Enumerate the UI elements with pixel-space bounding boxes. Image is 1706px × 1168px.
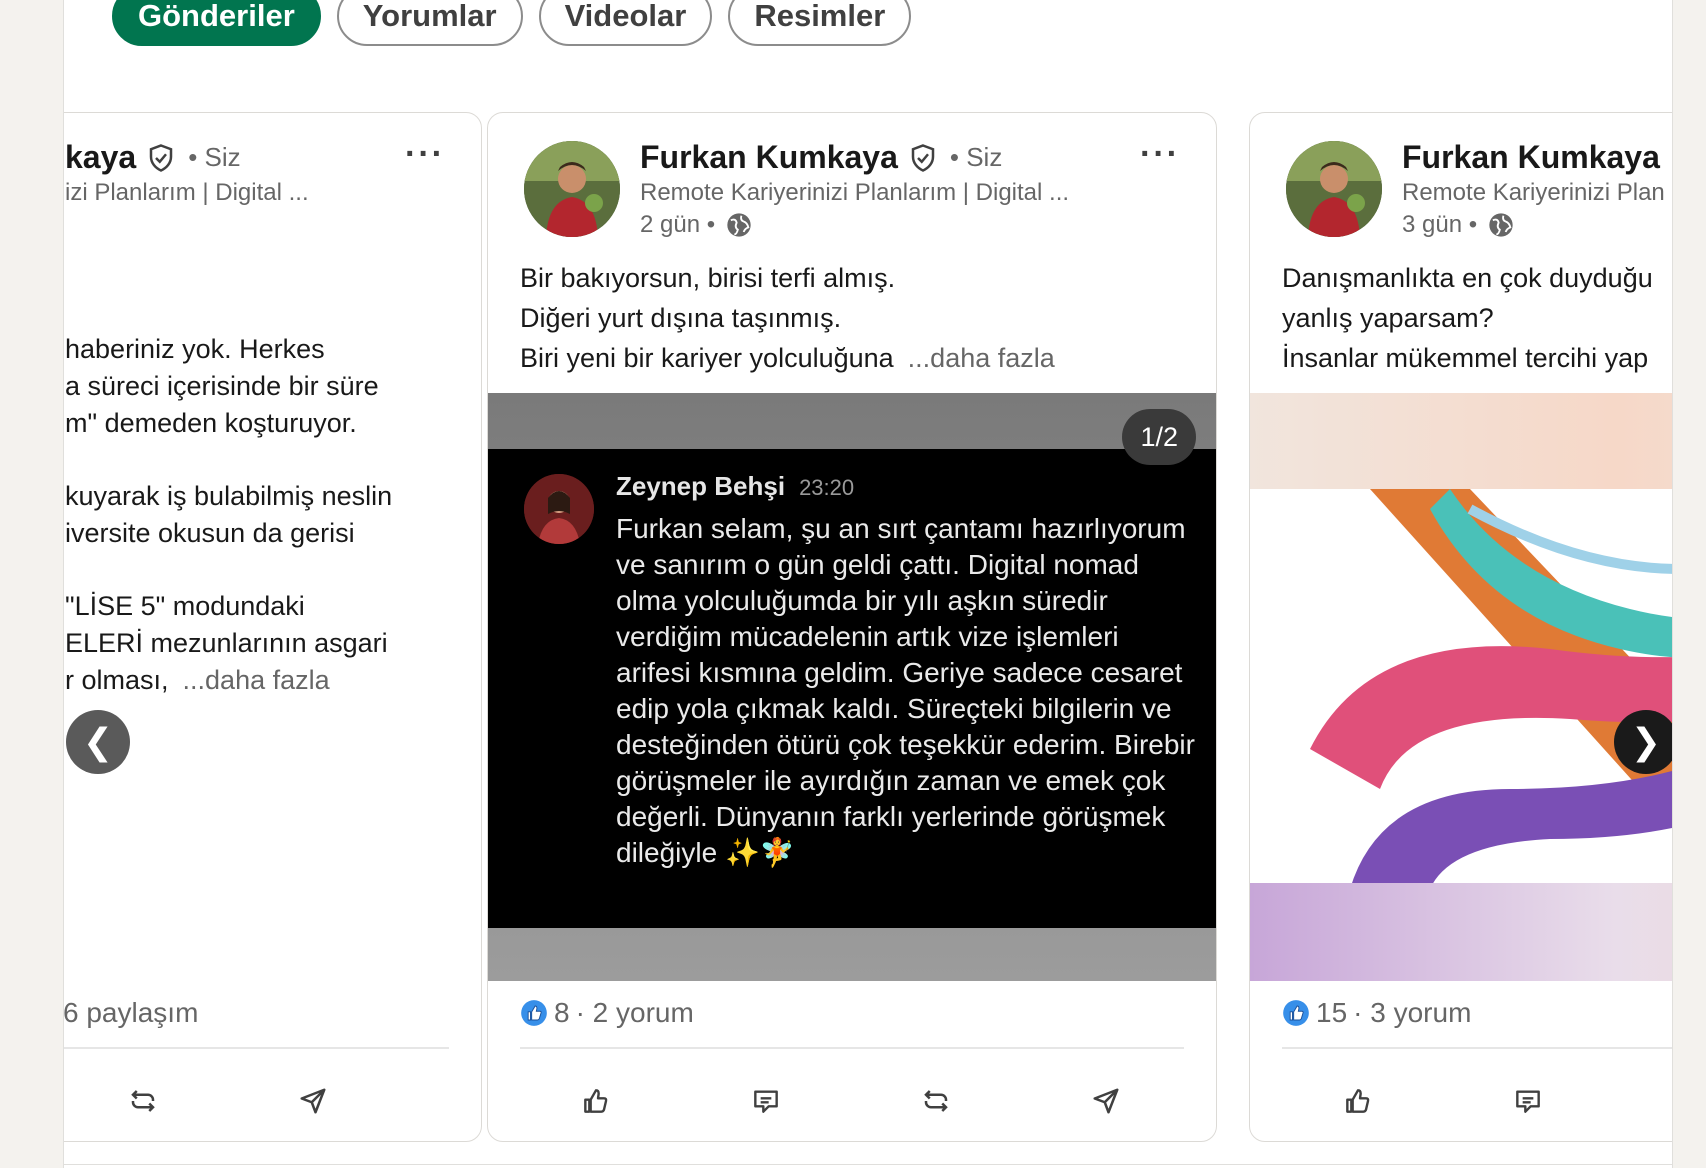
post-time: 2 gün • (640, 211, 753, 239)
illustration-image (1250, 489, 1672, 889)
carousel-prev-button[interactable]: ❮ (66, 710, 130, 774)
divider (64, 1047, 449, 1049)
divider (520, 1047, 1184, 1049)
relation-label: • Siz (949, 142, 1003, 172)
chat-sender: Zeynep Behşi 23:20 (616, 471, 855, 501)
send-icon[interactable] (285, 1073, 341, 1129)
post-actions (488, 1073, 1216, 1129)
post-author: Furkan Kumkaya • Siz (640, 139, 1002, 176)
globe-icon (1489, 213, 1513, 237)
more-options-icon[interactable]: ··· (1140, 135, 1180, 174)
post-text: haberiniz yok. Herkes a süreci içerisind… (65, 334, 393, 695)
post-media[interactable] (1250, 393, 1672, 981)
post-actions (1250, 1073, 1672, 1129)
repost-icon[interactable] (115, 1073, 171, 1129)
globe-icon (727, 213, 751, 237)
verified-badge-icon (911, 143, 935, 172)
reaction-count: 15 (1316, 997, 1348, 1028)
post-card[interactable]: kaya • Siz izi Planlarım | Digital ... ·… (64, 112, 482, 1142)
divider (1282, 1047, 1672, 1049)
like-reaction-icon (1283, 1000, 1309, 1026)
tab-posts[interactable]: Gönderiler (112, 0, 321, 46)
like-icon[interactable] (1330, 1073, 1386, 1129)
author-avatar[interactable] (524, 141, 620, 237)
chat-time: 23:20 (799, 475, 855, 500)
chat-message: Furkan selam, şu an sırt çantamı hazırlı… (616, 513, 1195, 868)
divider (64, 1164, 1672, 1165)
author-headline: izi Planlarım | Digital ... (65, 179, 309, 206)
post-card[interactable]: Furkan Kumkaya • Siz Remote Kariyerinizi… (487, 112, 1217, 1142)
see-more-link[interactable]: ...daha fazla (908, 343, 1055, 373)
post-text: Danışmanlıkta en çok duyduğu yanlış yapa… (1282, 263, 1653, 373)
more-options-icon[interactable]: ··· (405, 135, 445, 174)
post-media[interactable]: Zeynep Behşi 23:20 Furkan selam, şu an sı… (488, 393, 1216, 981)
comment-icon[interactable] (738, 1073, 794, 1129)
see-more-link[interactable]: ...daha fazla (183, 665, 330, 695)
like-icon[interactable] (568, 1073, 624, 1129)
like-reaction-icon (521, 1000, 547, 1026)
image-counter: 1/2 (1122, 409, 1196, 465)
post-card[interactable]: Furkan Kumkaya Remote Kariyerinizi Plan … (1249, 112, 1672, 1142)
tab-images[interactable]: Resimler (728, 0, 912, 46)
post-time: 3 gün • (1402, 211, 1515, 239)
posts-carousel: kaya • Siz izi Planlarım | Digital ... ·… (64, 112, 1672, 1152)
chat-avatar (524, 474, 594, 544)
verified-badge-icon (149, 143, 173, 172)
author-headline: Remote Kariyerinizi Plan (1402, 179, 1665, 206)
author-name[interactable]: Furkan Kumkaya (640, 139, 898, 176)
content-filter-tabs: Gönderiler Yorumlar Videolar Resimler (112, 0, 912, 46)
comment-count[interactable]: · 2 yorum (576, 997, 694, 1029)
send-icon[interactable] (1078, 1073, 1134, 1129)
post-stats[interactable]: 6 paylaşım (64, 997, 198, 1029)
author-name[interactable]: Furkan Kumkaya (1402, 139, 1660, 176)
relation-label: • Siz (188, 142, 241, 172)
post-author: kaya • Siz (65, 139, 241, 176)
reaction-count: 8 (554, 997, 570, 1028)
verified-badge-icon (1670, 143, 1672, 173)
author-name[interactable]: kaya (65, 139, 136, 176)
author-headline: Remote Kariyerinizi Planlarım | Digital … (640, 179, 1070, 206)
post-text: Bir bakıyorsun, birisi terfi almış. Diğe… (520, 263, 1055, 373)
chat-screenshot: Zeynep Behşi 23:20 Furkan selam, şu an sı… (488, 449, 1216, 928)
post-stats[interactable]: 8 · 2 yorum (520, 997, 694, 1029)
tab-videos[interactable]: Videolar (538, 0, 713, 46)
comment-count[interactable]: · 3 yorum (1353, 997, 1471, 1029)
carousel-next-button[interactable]: ❯ (1614, 710, 1672, 774)
post-actions (64, 1073, 481, 1129)
repost-icon[interactable] (908, 1073, 964, 1129)
posts-panel: Gönderiler Yorumlar Videolar Resimler ka… (63, 0, 1673, 1168)
post-stats[interactable]: 15 · 3 yorum (1282, 997, 1471, 1029)
tab-comments[interactable]: Yorumlar (336, 0, 523, 46)
comment-icon[interactable] (1500, 1073, 1556, 1129)
post-author: Furkan Kumkaya (1402, 139, 1672, 176)
author-avatar[interactable] (1286, 141, 1382, 237)
